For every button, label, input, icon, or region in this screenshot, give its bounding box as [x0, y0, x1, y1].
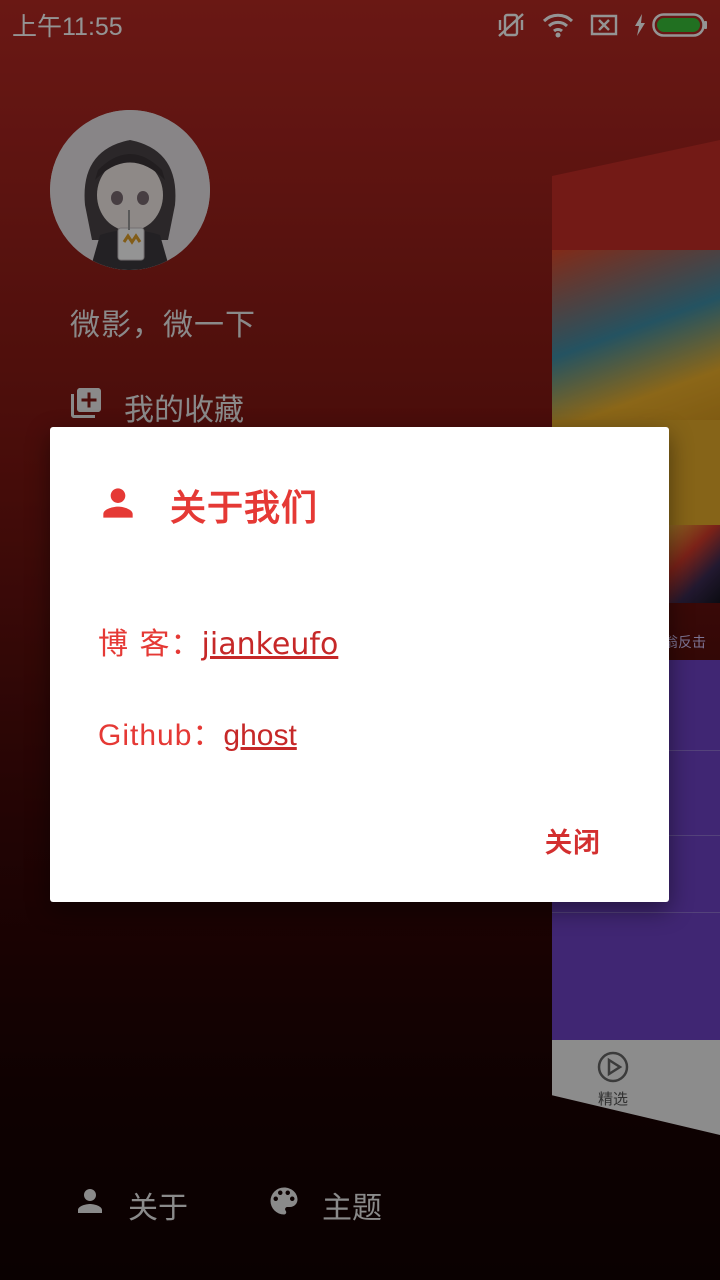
blog-row: 博 客：jiankeufo	[98, 619, 338, 663]
dialog-title: 关于我们	[170, 488, 319, 529]
app-screen: 上午11:55 微影，微一下 我的收藏 关于 主题 翁反击 精选 关于我们 博 …	[0, 0, 720, 1280]
person-icon	[96, 481, 140, 529]
blog-label: 博 客：	[98, 627, 202, 662]
close-button[interactable]: 关闭	[545, 821, 601, 860]
github-link[interactable]: ghost	[223, 719, 296, 752]
about-dialog: 关于我们 博 客：jiankeufo Github：ghost 关闭	[50, 427, 669, 902]
github-row: Github：ghost	[98, 710, 297, 754]
blog-link[interactable]: jiankeufo	[202, 627, 339, 662]
github-label: Github：	[98, 719, 224, 752]
dialog-header: 关于我们	[96, 479, 318, 531]
